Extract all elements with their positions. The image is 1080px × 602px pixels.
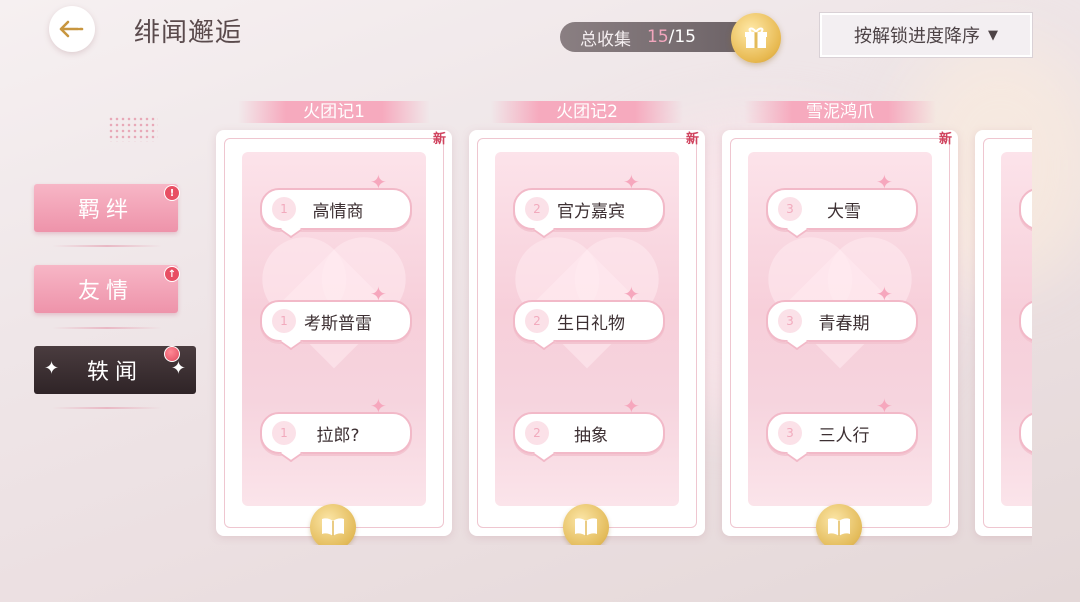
story-card[interactable]: 新 3 大雪 ✦ 3 青春期 ✦ 3 三人行 ✦ (722, 130, 958, 545)
book-icon (575, 518, 597, 536)
new-tag: 新 (938, 132, 952, 147)
gift-icon (745, 27, 767, 48)
story-bubble[interactable]: 1 高情商 (260, 188, 412, 230)
sparkle-icon: ✦ (623, 170, 640, 194)
story-bubble[interactable]: 1 考斯普雷 (260, 300, 412, 342)
sparkle-icon: ✦ (623, 394, 640, 418)
collection-label: 总收集 (580, 29, 631, 50)
sparkle-icon: ✦ (876, 170, 893, 194)
bubble-label: 拉郎? (316, 425, 360, 446)
sparkle-icon: ✦ (876, 282, 893, 306)
bubble-number: 2 (525, 309, 549, 333)
collection-count: 15/15 (647, 27, 696, 47)
book-button[interactable] (310, 504, 356, 545)
bubble-number: 1 (272, 421, 296, 445)
story-card[interactable] (975, 130, 1032, 536)
story-bubble[interactable] (1019, 300, 1032, 342)
story-column: 火团记2 新 2 官方嘉宾 ✦ 2 生日礼物 ✦ 2 抽象 ✦ (469, 95, 705, 545)
bubble-number: 3 (778, 197, 802, 221)
sparkle-icon: ✦ (876, 394, 893, 418)
bubble-label: 官方嘉宾 (557, 201, 625, 222)
story-bubble[interactable] (1019, 412, 1032, 454)
new-tag: 新 (432, 132, 446, 147)
sparkle-icon: ✦ (370, 394, 387, 418)
bubble-label: 三人行 (818, 425, 870, 446)
bubble-number: 1 (272, 309, 296, 333)
card-panel: 1 高情商 ✦ 1 考斯普雷 ✦ 1 拉郎? ✦ (242, 152, 426, 506)
story-bubble[interactable] (1019, 188, 1032, 230)
gift-button[interactable] (731, 13, 781, 63)
column-title: 火团记1 (238, 101, 430, 123)
collection-counter: 总收集 15/15 (560, 22, 750, 52)
story-column: 雪泥鸿爪 新 3 大雪 ✦ 3 青春期 ✦ 3 三人行 ✦ (722, 95, 958, 545)
story-bubble[interactable]: 3 大雪 (766, 188, 918, 230)
story-bubble[interactable]: 2 官方嘉宾 (513, 188, 665, 230)
new-tag: 新 (685, 132, 699, 147)
column-title: 雪泥鸿爪 (744, 101, 936, 123)
story-card-list[interactable]: 火团记1 新 1 高情商 ✦ 1 考斯普雷 ✦ 1 拉郎? ✦ 火团记2 新 2… (0, 95, 1032, 545)
book-button[interactable] (563, 504, 609, 545)
story-card[interactable]: 新 1 高情商 ✦ 1 考斯普雷 ✦ 1 拉郎? ✦ (216, 130, 452, 545)
bubble-number: 2 (525, 421, 549, 445)
page-title: 绯闻邂逅 (134, 18, 243, 48)
book-button[interactable] (816, 504, 862, 545)
sort-label: 按解锁进度降序 (854, 26, 980, 47)
card-panel: 3 大雪 ✦ 3 青春期 ✦ 3 三人行 ✦ (748, 152, 932, 506)
sparkle-icon: ✦ (370, 170, 387, 194)
back-arrow-icon (59, 20, 84, 38)
story-bubble[interactable]: 1 拉郎? (260, 412, 412, 454)
sort-dropdown[interactable]: 按解锁进度降序 ▼ (819, 12, 1033, 58)
collection-current: 15 (647, 27, 669, 47)
story-column-partial (975, 95, 1032, 540)
bubble-label: 考斯普雷 (304, 313, 372, 334)
book-icon (322, 518, 344, 536)
bubble-number: 2 (525, 197, 549, 221)
chevron-down-icon: ▼ (988, 27, 998, 43)
story-bubble[interactable]: 2 抽象 (513, 412, 665, 454)
bubble-number: 1 (272, 197, 296, 221)
story-column: 火团记1 新 1 高情商 ✦ 1 考斯普雷 ✦ 1 拉郎? ✦ (216, 95, 452, 545)
bubble-number: 3 (778, 421, 802, 445)
card-panel (1001, 152, 1032, 506)
card-panel: 2 官方嘉宾 ✦ 2 生日礼物 ✦ 2 抽象 ✦ (495, 152, 679, 506)
column-title: 火团记2 (491, 101, 683, 123)
book-icon (828, 518, 850, 536)
story-bubble[interactable]: 3 青春期 (766, 300, 918, 342)
bubble-label: 高情商 (312, 201, 364, 222)
bubble-label: 抽象 (574, 425, 608, 446)
story-bubble[interactable]: 2 生日礼物 (513, 300, 665, 342)
back-button[interactable] (49, 6, 95, 52)
story-bubble[interactable]: 3 三人行 (766, 412, 918, 454)
top-bar: 绯闻邂逅 总收集 15/15 按解锁进度降序 ▼ (0, 0, 1080, 70)
collection-total: /15 (668, 27, 696, 47)
sparkle-icon: ✦ (370, 282, 387, 306)
story-card[interactable]: 新 2 官方嘉宾 ✦ 2 生日礼物 ✦ 2 抽象 ✦ (469, 130, 705, 545)
bubble-label: 生日礼物 (557, 313, 625, 334)
bubble-number: 3 (778, 309, 802, 333)
bubble-label: 大雪 (827, 201, 861, 222)
sparkle-icon: ✦ (623, 282, 640, 306)
bubble-label: 青春期 (818, 313, 870, 334)
